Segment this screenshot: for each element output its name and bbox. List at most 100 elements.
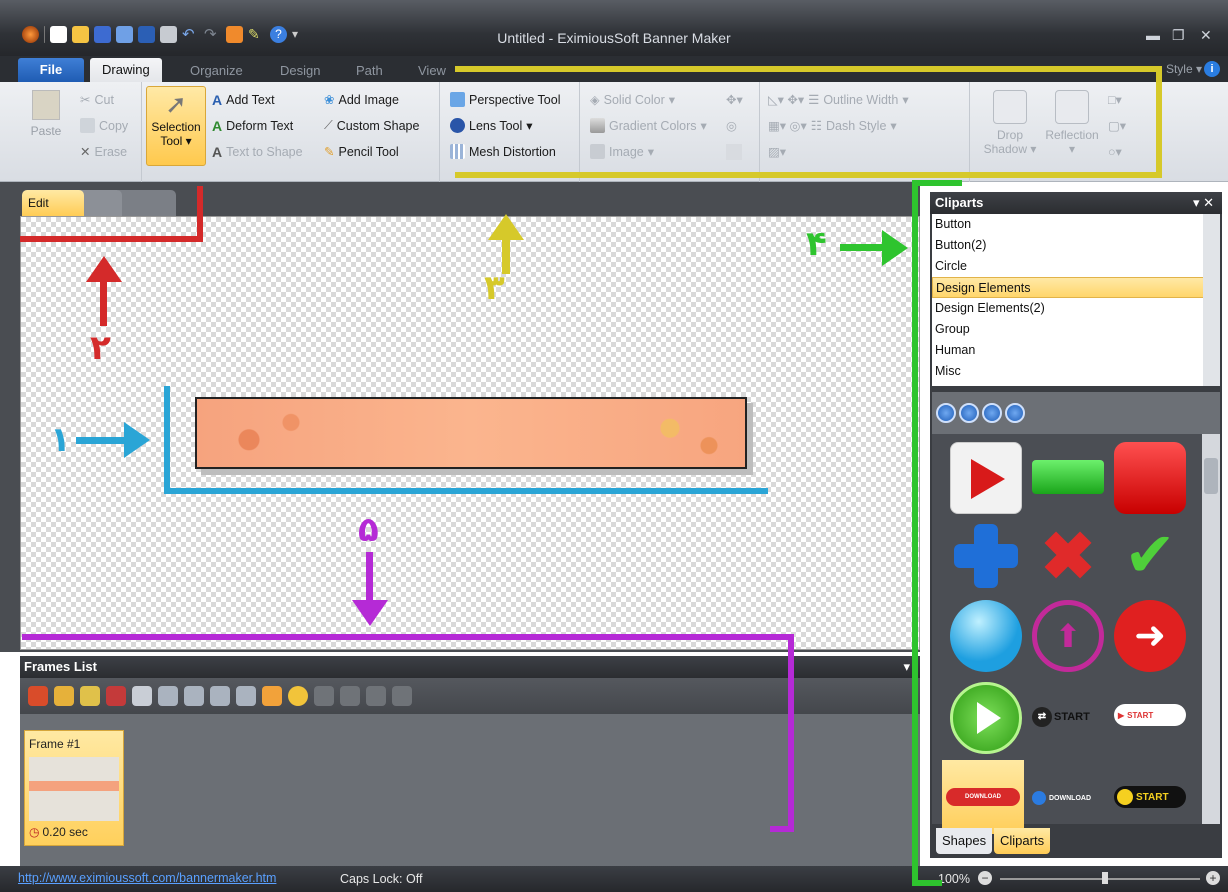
solid-color-button[interactable]: ◈ Solid Color ▾: [590, 92, 675, 108]
frame-tool1-icon[interactable]: [132, 686, 152, 706]
outline-image-icon[interactable]: ▨▾: [768, 144, 786, 159]
tab-code[interactable]: [114, 190, 176, 216]
outline-group: ◺▾ ✥▾ ☰ Outline Width ▾ ▦▾ ◎▾ ☷ Dash Style…: [760, 82, 970, 182]
download-red-clipart[interactable]: DOWNLOAD: [942, 760, 1024, 834]
last-page-icon[interactable]: [1005, 403, 1025, 423]
tab-shapes[interactable]: Shapes: [936, 828, 993, 854]
tab-edit[interactable]: Edit: [22, 190, 84, 216]
panel-close-icon[interactable]: ▾ ✕: [1193, 192, 1214, 214]
green-check-clipart[interactable]: ✔: [1114, 520, 1186, 592]
paint-bucket-icon: ◈: [590, 93, 600, 107]
blue-plus-clipart[interactable]: [950, 520, 1022, 592]
cliparts-panel: Cliparts ▾ ✕ Button Button(2) Circle Desi…: [930, 192, 1222, 858]
zoom-out-icon[interactable]: −: [978, 871, 992, 885]
download-blue-clipart[interactable]: DOWNLOAD: [1032, 788, 1104, 808]
clipart-scrollbar[interactable]: [1202, 434, 1220, 824]
red-square-clipart[interactable]: [1114, 442, 1186, 514]
fill-swatch-icon[interactable]: [726, 144, 742, 160]
banner-object[interactable]: [195, 397, 747, 469]
tab-drawing[interactable]: Drawing: [90, 58, 162, 82]
move-last-icon[interactable]: [392, 686, 412, 706]
outline-tools[interactable]: ◺▾ ✥▾ ☰ Outline Width ▾: [768, 92, 909, 108]
drop-shadow-button[interactable]: Drop Shadow ▾: [980, 90, 1040, 156]
restore-icon[interactable]: ❐: [1172, 27, 1185, 44]
frame-tool4-icon[interactable]: [210, 686, 230, 706]
tab-cliparts[interactable]: Cliparts: [994, 828, 1051, 854]
red-arrow-clipart[interactable]: ➜: [1114, 600, 1186, 672]
red-x-clipart[interactable]: ✖: [1032, 520, 1104, 592]
deform-text-button[interactable]: A Deform Text: [212, 118, 293, 134]
category-scrollbar[interactable]: [1203, 214, 1220, 386]
category-item[interactable]: Human: [932, 340, 1220, 361]
lens-tool-button[interactable]: Lens Tool ▾: [450, 118, 533, 133]
fill-circle-icon[interactable]: ◎: [726, 118, 737, 133]
start-white-clipart[interactable]: ▶ START: [1114, 704, 1186, 726]
purple-up-clipart[interactable]: ⬆: [1032, 600, 1104, 672]
move-first-icon[interactable]: [314, 686, 334, 706]
insert-frame-icon[interactable]: [54, 686, 74, 706]
zoom-slider-thumb[interactable]: [1102, 872, 1108, 884]
copy-button[interactable]: Copy: [80, 118, 128, 133]
minimize-icon[interactable]: ▬: [1146, 27, 1160, 43]
frame-tool5-icon[interactable]: [236, 686, 256, 706]
style-menu[interactable]: Style ▾: [1166, 62, 1202, 76]
frame-thumbnail[interactable]: Frame #1 ◷ 0.20 sec: [24, 730, 124, 846]
delete-frame-icon[interactable]: [106, 686, 126, 706]
move-right-icon[interactable]: [366, 686, 386, 706]
mesh-distortion-button[interactable]: Mesh Distortion: [450, 144, 556, 159]
category-item[interactable]: Design Elements(2): [932, 298, 1220, 319]
pencil-tool-button[interactable]: ✎ Pencil Tool: [324, 144, 399, 160]
reflection-button[interactable]: Reflection ▾: [1040, 90, 1104, 156]
tab-path[interactable]: Path: [344, 60, 395, 82]
add-frame-icon[interactable]: [28, 686, 48, 706]
erase-button[interactable]: ✕ Erase: [80, 144, 127, 160]
custom-shape-button[interactable]: ⟋ Custom Shape: [324, 118, 419, 133]
panel-dropdown-icon[interactable]: ▾: [903, 656, 910, 678]
add-image-button[interactable]: ❀ Add Image: [324, 92, 399, 108]
start-yellow-clipart[interactable]: START: [1114, 786, 1186, 808]
blue-orb-clipart[interactable]: [950, 600, 1022, 672]
category-item[interactable]: Button: [932, 214, 1220, 235]
category-item-selected[interactable]: Design Elements: [932, 277, 1220, 298]
close-icon[interactable]: ✕: [1200, 27, 1212, 44]
green-play-clipart[interactable]: [950, 682, 1022, 754]
category-item[interactable]: Button(2): [932, 235, 1220, 256]
effect-shape1-icon[interactable]: □▾: [1108, 92, 1122, 107]
play-button-clipart[interactable]: [950, 442, 1022, 514]
category-item[interactable]: Group: [932, 319, 1220, 340]
text-to-shape-button[interactable]: A Text to Shape: [212, 144, 303, 160]
gradient-colors-button[interactable]: Gradient Colors ▾: [590, 118, 707, 133]
move-left-icon[interactable]: [340, 686, 360, 706]
frame-settings-icon[interactable]: [262, 686, 282, 706]
prev-page-icon[interactable]: [959, 403, 979, 423]
info-icon[interactable]: i: [1204, 61, 1220, 77]
fill-arrows-icon[interactable]: ✥▾: [726, 92, 743, 107]
cut-button[interactable]: ✂ Cut: [80, 92, 114, 108]
zoom-in-icon[interactable]: +: [1206, 871, 1220, 885]
next-page-icon[interactable]: [982, 403, 1002, 423]
frame-tool2-icon[interactable]: [158, 686, 178, 706]
category-item[interactable]: Circle: [932, 256, 1220, 277]
zoom-slider[interactable]: [1000, 878, 1200, 880]
selection-tool-button[interactable]: ➚ Selection Tool ▾: [146, 86, 206, 166]
tab-organize[interactable]: Organize: [178, 60, 255, 82]
first-page-icon[interactable]: [936, 403, 956, 423]
effect-shape2-icon[interactable]: ▢▾: [1108, 118, 1126, 133]
frame-timer-icon[interactable]: [288, 686, 308, 706]
floral-pattern-right: [605, 405, 735, 463]
tab-file[interactable]: File: [18, 58, 84, 82]
effect-shape3-icon[interactable]: ○▾: [1108, 144, 1122, 159]
category-item[interactable]: Misc: [932, 361, 1220, 382]
website-link[interactable]: http://www.eximioussoft.com/bannermaker.…: [18, 871, 276, 885]
start-black-clipart[interactable]: ⇄ START: [1032, 702, 1104, 732]
frame-tool3-icon[interactable]: [184, 686, 204, 706]
copy-frame-icon[interactable]: [80, 686, 100, 706]
tab-design[interactable]: Design: [268, 60, 332, 82]
dash-tools[interactable]: ▦▾ ◎▾ ☷ Dash Style ▾: [768, 118, 897, 134]
paste-button[interactable]: Paste: [28, 90, 64, 138]
perspective-tool-button[interactable]: Perspective Tool: [450, 92, 561, 107]
image-fill-button[interactable]: Image ▾: [590, 144, 654, 159]
green-bar-clipart[interactable]: [1032, 460, 1104, 494]
tab-view[interactable]: View: [406, 60, 458, 82]
add-text-button[interactable]: A Add Text: [212, 92, 275, 108]
